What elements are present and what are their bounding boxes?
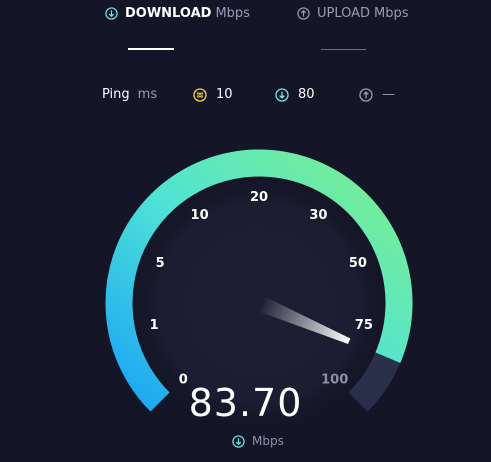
gauge-scale-label: 20 (250, 190, 268, 205)
gauge-scale-label: 5 (156, 256, 165, 271)
speed-readout: 83.70 (188, 381, 303, 425)
gauge-scale-label: 75 (355, 318, 373, 333)
download-arrow-icon (232, 434, 245, 448)
gauge-scale-label: 50 (349, 256, 367, 271)
speed-unit-label: Mbps (252, 434, 284, 448)
gauge-scale-label: 10 (191, 208, 209, 223)
gauge-scale-label: 30 (309, 208, 327, 223)
speed-unit: Mbps (232, 434, 284, 448)
gauge-scale-label: 1 (150, 318, 159, 333)
